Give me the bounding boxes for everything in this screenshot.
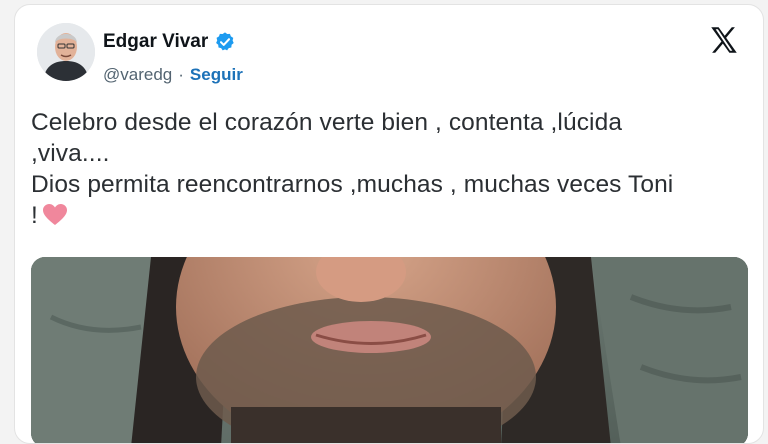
author-name-row: Edgar Vivar	[103, 31, 236, 53]
author-name[interactable]: Edgar Vivar	[103, 31, 208, 53]
profile-photo	[37, 23, 95, 81]
author-handle[interactable]: @varedg	[103, 65, 172, 85]
tweet-line-last: !	[31, 200, 741, 231]
handle-row: @varedg · Seguir	[103, 65, 243, 85]
tweet-line: ,viva....	[31, 140, 110, 167]
pink-heart-emoji-icon	[42, 204, 67, 225]
verified-badge-icon	[216, 32, 234, 51]
photo	[31, 257, 748, 443]
tweet-line: !	[31, 202, 38, 229]
x-logo-icon[interactable]	[707, 23, 741, 57]
tweet-card[interactable]: Edgar Vivar @varedg · Seguir Celebro des…	[14, 4, 764, 444]
separator-dot: ·	[178, 65, 184, 84]
tweet-photo[interactable]	[31, 257, 748, 443]
follow-button[interactable]: Seguir	[190, 65, 243, 85]
tweet-text: Celebro desde el corazón verte bien , co…	[31, 107, 741, 231]
avatar[interactable]	[37, 23, 95, 81]
tweet-line: Dios permita reencontrarnos ,muchas , mu…	[31, 171, 674, 198]
tweet-line: Celebro desde el corazón verte bien , co…	[31, 109, 623, 136]
